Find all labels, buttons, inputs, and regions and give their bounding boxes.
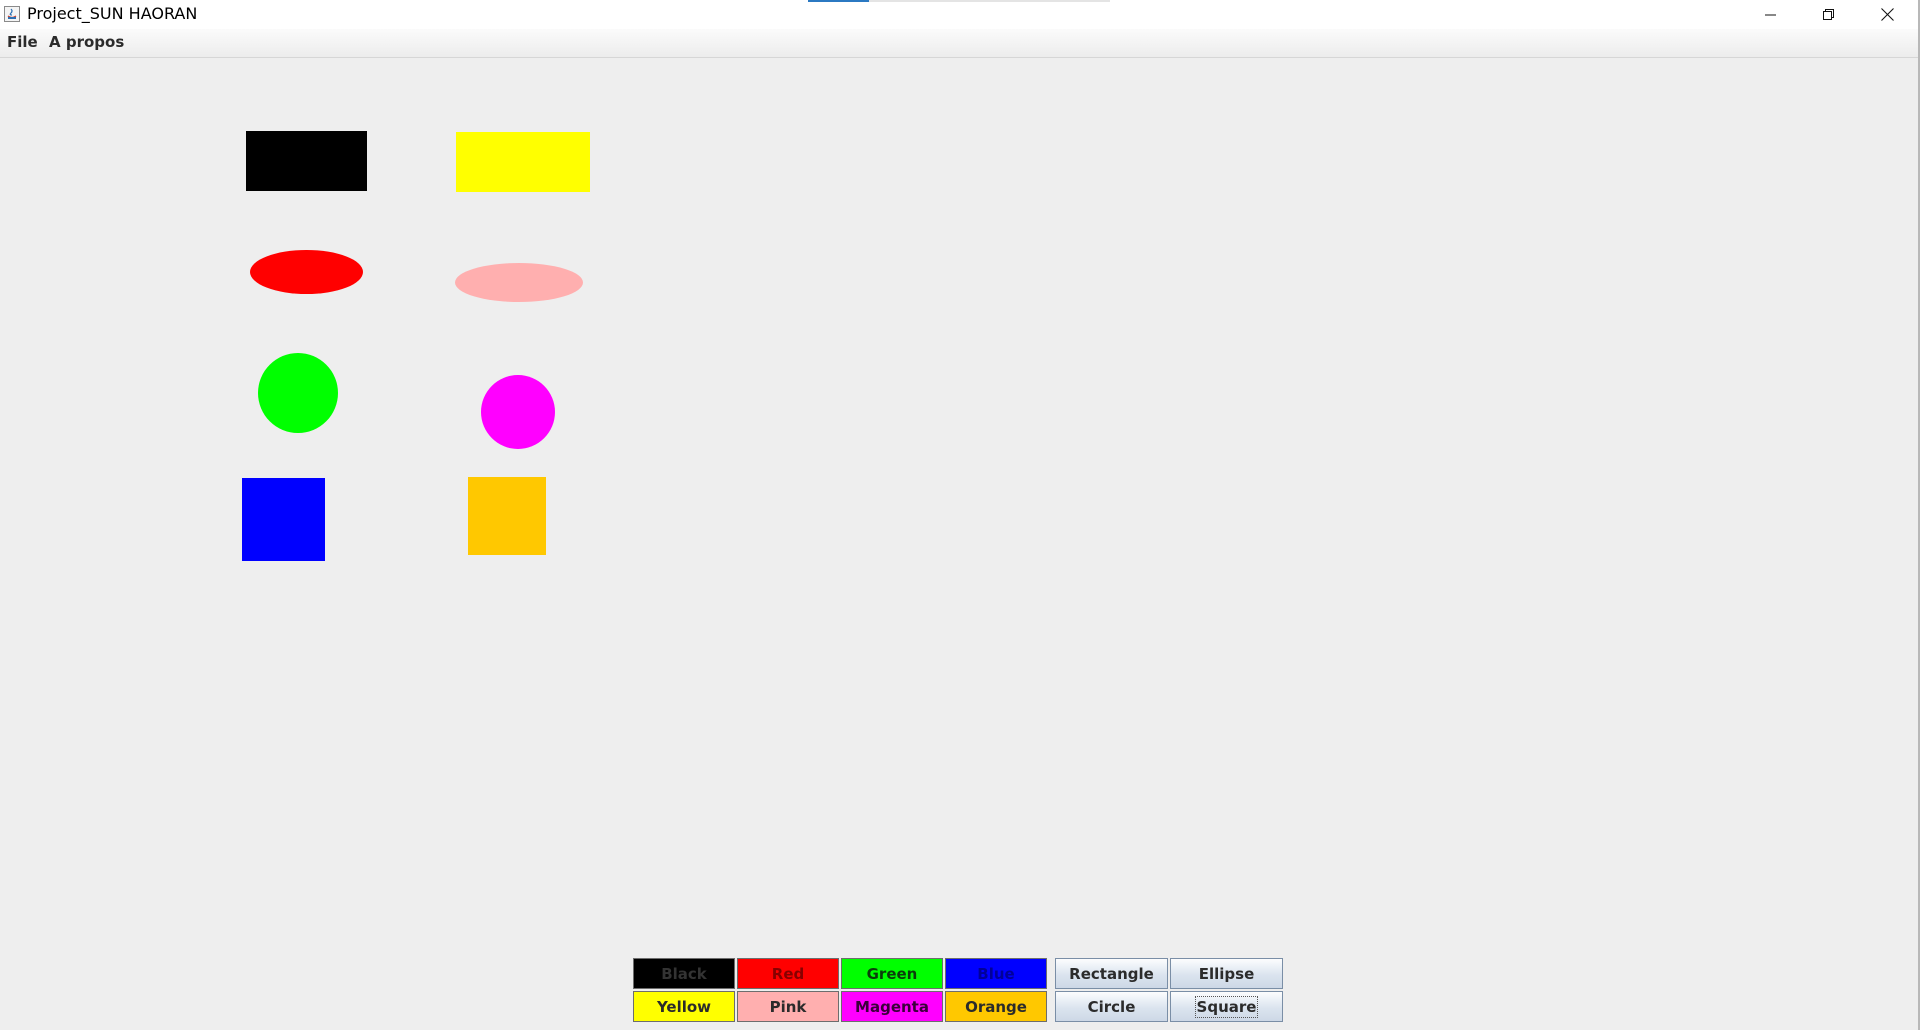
square-button[interactable]: Square xyxy=(1170,991,1283,1022)
menu-a-propos[interactable]: A propos xyxy=(49,33,124,51)
color-button-magenta[interactable]: Magenta xyxy=(841,991,943,1022)
rectangle-button[interactable]: Rectangle xyxy=(1055,958,1168,989)
close-icon xyxy=(1880,8,1894,21)
ellipse-button[interactable]: Ellipse xyxy=(1170,958,1283,989)
yellow-rectangle xyxy=(456,132,590,192)
black-rectangle xyxy=(246,131,367,191)
java-app-icon xyxy=(4,6,20,22)
green-circle xyxy=(258,353,338,433)
app-window: Project_SUN HAORAN File A propos Black R… xyxy=(0,0,1920,1030)
pink-ellipse xyxy=(455,263,583,302)
title-bar[interactable]: Project_SUN HAORAN xyxy=(0,0,1918,29)
close-button[interactable] xyxy=(1858,0,1916,29)
minimize-button[interactable] xyxy=(1742,0,1800,29)
title-bar-accent-highlight xyxy=(808,0,869,2)
restore-button[interactable] xyxy=(1800,0,1858,29)
orange-square xyxy=(468,477,546,555)
window-title: Project_SUN HAORAN xyxy=(27,4,198,23)
menu-bar: File A propos xyxy=(0,29,1918,58)
red-ellipse xyxy=(250,250,363,294)
color-button-yellow[interactable]: Yellow xyxy=(633,991,735,1022)
blue-square xyxy=(242,478,325,561)
circle-button[interactable]: Circle xyxy=(1055,991,1168,1022)
color-button-black[interactable]: Black xyxy=(633,958,735,989)
color-button-green[interactable]: Green xyxy=(841,958,943,989)
drawing-canvas[interactable] xyxy=(0,58,1918,948)
minimize-icon xyxy=(1765,14,1776,15)
color-button-orange[interactable]: Orange xyxy=(945,991,1047,1022)
restore-icon xyxy=(1823,8,1834,20)
menu-file[interactable]: File xyxy=(7,33,38,51)
color-button-pink[interactable]: Pink xyxy=(737,991,839,1022)
magenta-circle xyxy=(481,375,555,449)
color-button-red[interactable]: Red xyxy=(737,958,839,989)
color-button-blue[interactable]: Blue xyxy=(945,958,1047,989)
